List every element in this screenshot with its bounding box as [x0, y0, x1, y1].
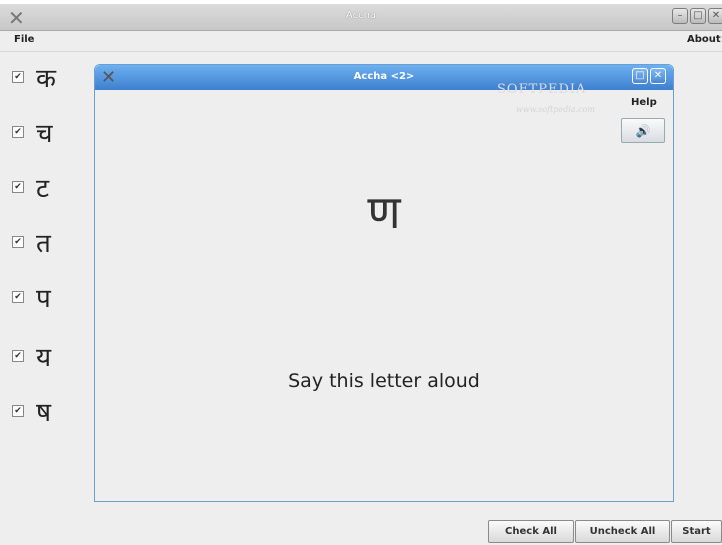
letter-checkbox[interactable]: ✔ — [12, 236, 24, 248]
letter-label: प — [36, 284, 51, 314]
menu-about[interactable]: About — [687, 34, 721, 45]
inner-window: ✕ Accha <2> □ ✕ SOFTPEDIA www.softpedia.… — [94, 64, 674, 502]
letter-row[interactable]: ✔ य — [12, 341, 52, 373]
letter-row[interactable]: ✔ क — [12, 62, 56, 94]
letter-checkbox[interactable]: ✔ — [12, 126, 24, 138]
letter-checkbox[interactable]: ✔ — [12, 181, 24, 193]
inner-window-title: Accha <2> — [353, 71, 415, 82]
minimize-icon[interactable]: – — [672, 8, 688, 24]
speaker-icon: 🔊 — [635, 123, 651, 138]
letter-checkbox[interactable]: ✔ — [12, 350, 24, 362]
watermark-url: www.softpedia.com — [516, 105, 595, 114]
maximize-icon[interactable]: □ — [632, 68, 648, 84]
close-icon[interactable]: ✕ — [708, 8, 722, 24]
menubar: File About — [0, 31, 722, 52]
letter-label: क — [36, 64, 56, 94]
close-icon[interactable]: ✕ — [650, 68, 666, 84]
uncheck-all-button[interactable]: Uncheck All — [575, 520, 670, 543]
letter-row[interactable]: ✔ ष — [12, 396, 52, 428]
speaker-button[interactable]: 🔊 — [621, 118, 665, 143]
letter-label: च — [36, 119, 53, 149]
letter-row[interactable]: ✔ च — [12, 117, 53, 149]
current-letter: ण — [367, 185, 401, 239]
main-window-title: Accha — [345, 10, 377, 21]
letter-label: त — [36, 229, 51, 259]
check-all-button[interactable]: Check All — [488, 520, 574, 543]
letter-row[interactable]: ✔ त — [12, 227, 51, 259]
help-menu[interactable]: Help — [631, 97, 657, 108]
prompt-text: Say this letter aloud — [288, 370, 480, 392]
letter-checkbox[interactable]: ✔ — [12, 71, 24, 83]
letter-row[interactable]: ✔ ट — [12, 172, 50, 204]
inner-window-controls: □ ✕ — [632, 68, 666, 84]
letter-checkbox[interactable]: ✔ — [12, 405, 24, 417]
letter-label: य — [36, 343, 52, 373]
maximize-icon[interactable]: □ — [690, 8, 706, 24]
letter-checkbox[interactable]: ✔ — [12, 291, 24, 303]
letter-label: ट — [36, 174, 50, 204]
letter-label: ष — [36, 398, 52, 428]
watermark-text: SOFTPEDIA — [497, 82, 587, 97]
start-button[interactable]: Start — [671, 520, 722, 543]
letter-row[interactable]: ✔ प — [12, 282, 51, 314]
main-titlebar: ✕ Accha – □ ✕ — [0, 4, 722, 31]
main-window-controls: – □ ✕ — [672, 8, 722, 24]
menu-file[interactable]: File — [14, 34, 34, 45]
